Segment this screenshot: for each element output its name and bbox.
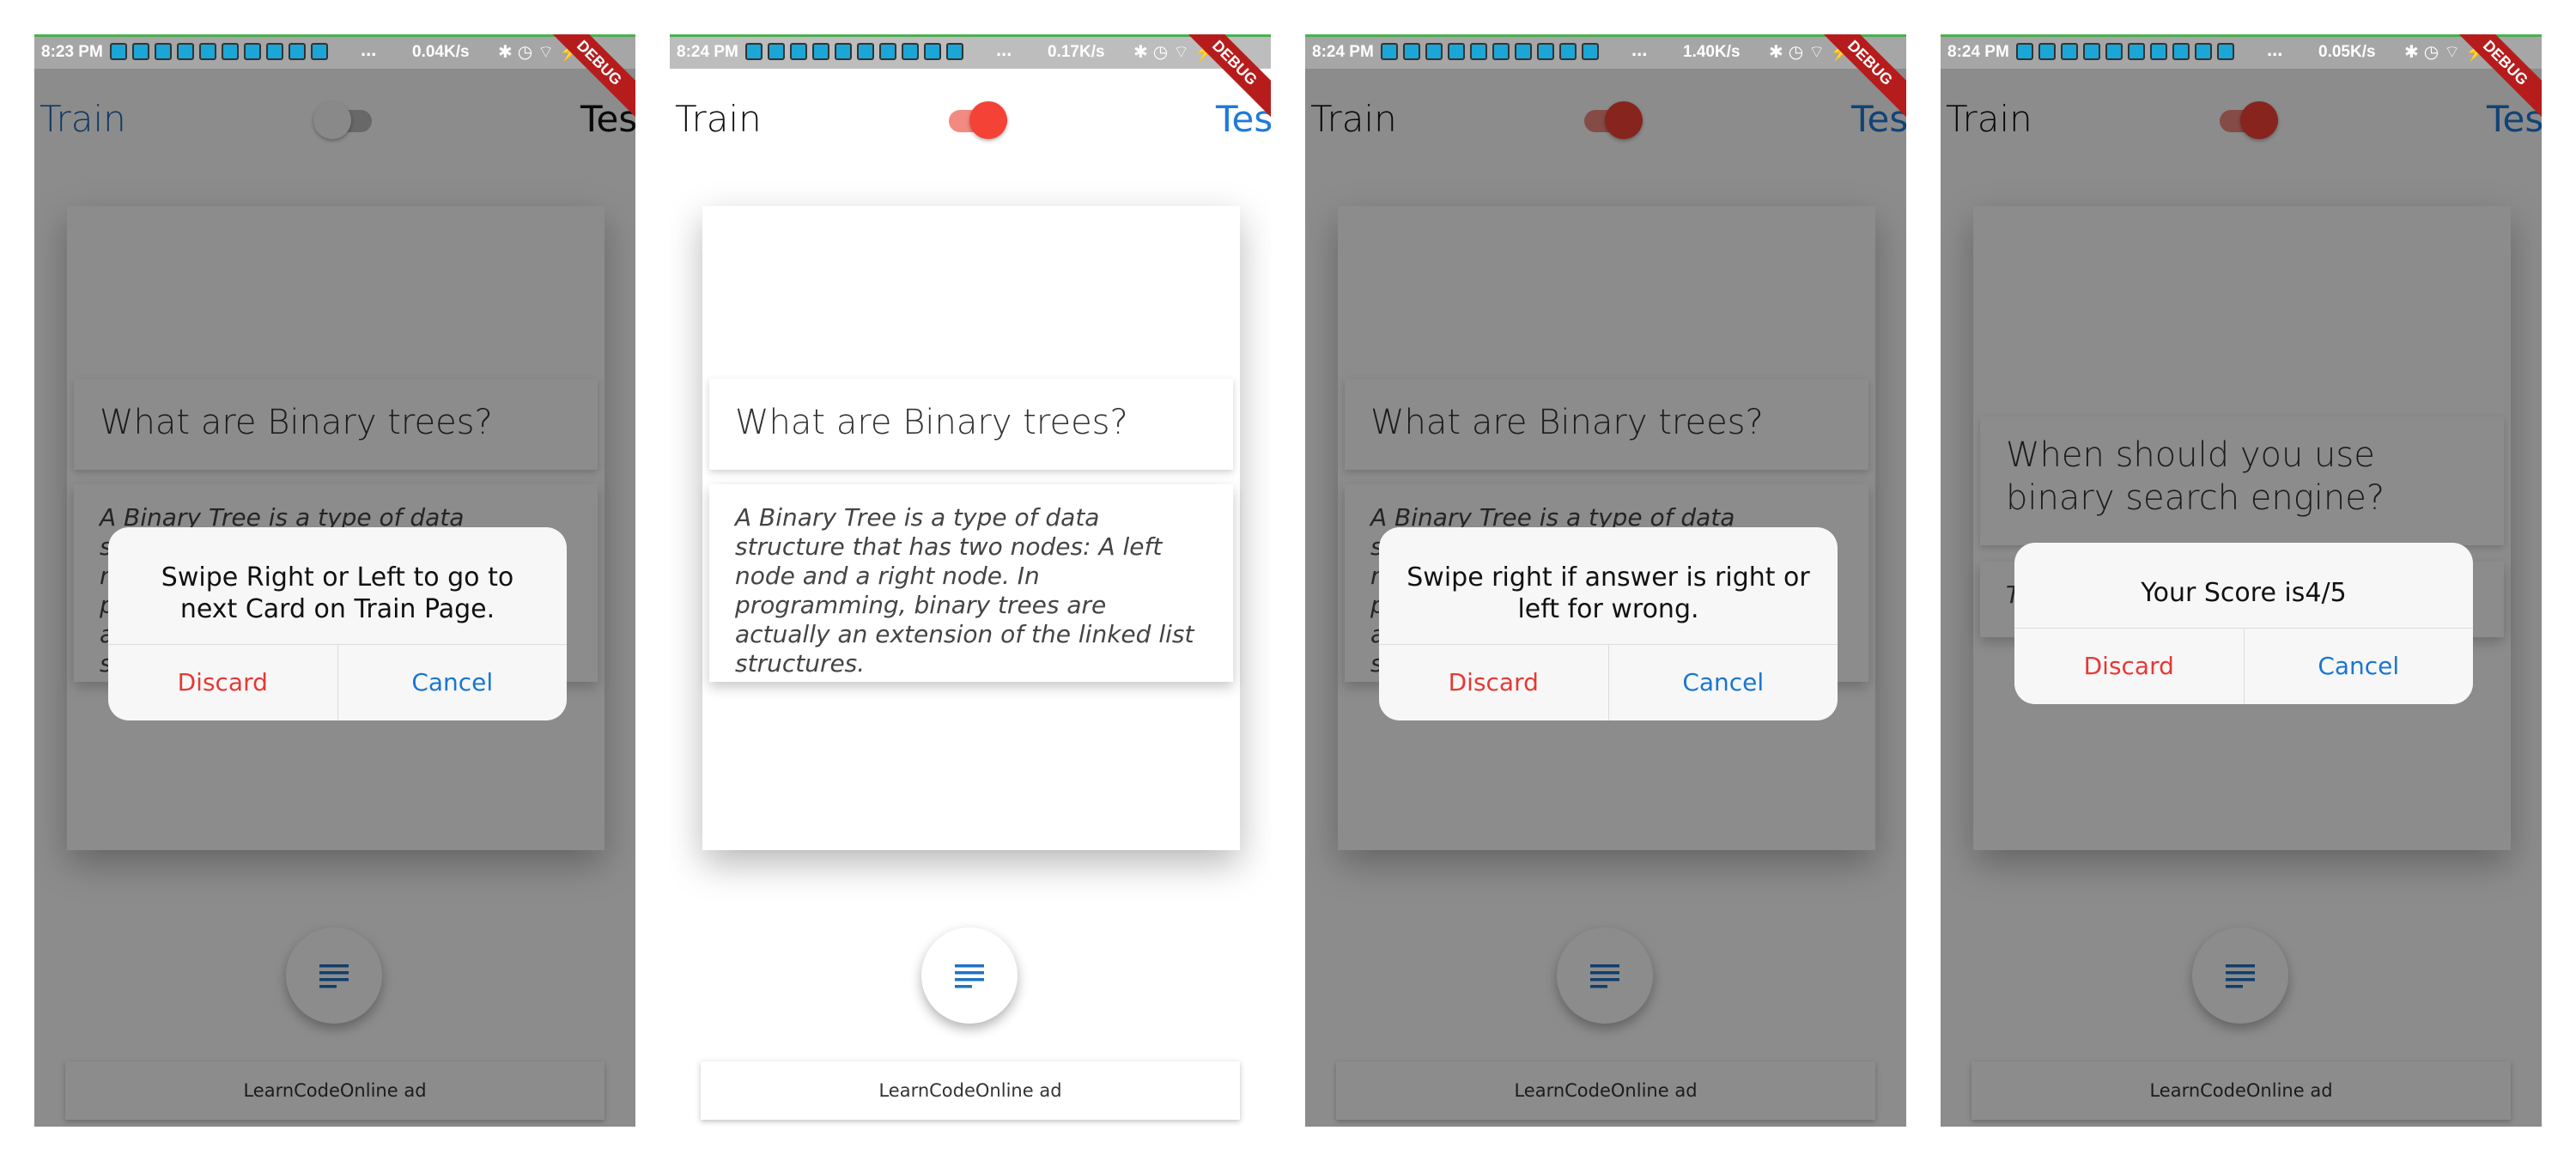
notification-icons xyxy=(110,43,328,60)
answer-text: A Binary Tree is a type of data structur… xyxy=(735,503,1194,678)
discard-button[interactable]: Discard xyxy=(2014,629,2245,704)
status-bar: 8:23 PM ... 0.04K/s ✱◷⌔⚡ xyxy=(34,34,635,69)
app-bar: Train Test xyxy=(670,69,1271,163)
notification-icons xyxy=(1381,43,1599,60)
question-card: What are Binary trees? xyxy=(709,379,1233,470)
status-bar: 8:24 PM ... 1.40K/s ✱◷⌔⚡ xyxy=(1305,34,1906,69)
menu-lines-icon xyxy=(955,964,984,988)
status-time: 8:24 PM xyxy=(677,43,738,61)
cancel-button[interactable]: Cancel xyxy=(2245,629,2474,704)
mode-toggle[interactable] xyxy=(949,101,1007,139)
phone-screen-3: 8:24 PM ... 1.40K/s ✱◷⌔⚡ DEBUG Train Tes… xyxy=(1305,34,1906,1127)
dialog-actions: Discard Cancel xyxy=(108,644,567,720)
status-speed: 0.04K/s xyxy=(412,43,470,61)
dialog-message: Your Score is4/5 xyxy=(2141,578,2347,608)
ad-banner[interactable]: LearnCodeOnline ad xyxy=(701,1061,1240,1120)
status-time: 8:24 PM xyxy=(1947,43,2009,61)
status-speed: 1.40K/s xyxy=(1683,43,1741,61)
question-text: What are Binary trees? xyxy=(735,403,1128,442)
dialog-message: Swipe Right or Left to go to next Card o… xyxy=(161,562,514,624)
cancel-button[interactable]: Cancel xyxy=(1609,645,1838,720)
dialog-actions: Discard Cancel xyxy=(1379,644,1838,720)
dialog-actions: Discard Cancel xyxy=(2014,628,2473,704)
discard-button[interactable]: Discard xyxy=(1379,645,1609,720)
score-dialog: Your Score is4/5 Discard Cancel xyxy=(2014,543,2473,704)
status-more: ... xyxy=(361,39,377,60)
alert-dialog: Swipe right if answer is right or left f… xyxy=(1379,527,1838,720)
notification-icons xyxy=(745,43,963,60)
cancel-button[interactable]: Cancel xyxy=(338,645,568,720)
status-time: 8:24 PM xyxy=(1312,43,1374,61)
phone-screen-2: 8:24 PM ... 0.17K/s ✱◷⌔⚡ DEBUG Train Tes… xyxy=(670,34,1271,1127)
dialog-message: Swipe right if answer is right or left f… xyxy=(1406,562,1810,624)
alert-dialog: Swipe Right or Left to go to next Card o… xyxy=(108,527,567,720)
discard-button[interactable]: Discard xyxy=(108,645,338,720)
menu-fab[interactable] xyxy=(921,927,1018,1024)
status-speed: 0.17K/s xyxy=(1048,43,1105,61)
status-more: ... xyxy=(1631,39,1648,60)
notification-icons xyxy=(2016,43,2234,60)
answer-card: A Binary Tree is a type of data structur… xyxy=(709,484,1233,682)
phone-screen-4: 8:24 PM ... 0.05K/s ✱◷⌔⚡ DEBUG Train Tes… xyxy=(1941,34,2542,1127)
status-more: ... xyxy=(996,39,1012,60)
train-tab[interactable]: Train xyxy=(675,98,762,140)
status-time: 8:23 PM xyxy=(41,43,103,61)
phone-screen-1: 8:23 PM ... 0.04K/s ✱◷⌔⚡ DEBUG Train Tes… xyxy=(34,34,635,1127)
status-speed: 0.05K/s xyxy=(2318,43,2376,61)
status-more: ... xyxy=(2267,39,2283,60)
status-bar: 8:24 PM ... 0.17K/s ✱◷⌔⚡ xyxy=(670,34,1271,69)
status-bar: 8:24 PM ... 0.05K/s ✱◷⌔⚡ xyxy=(1941,34,2542,69)
